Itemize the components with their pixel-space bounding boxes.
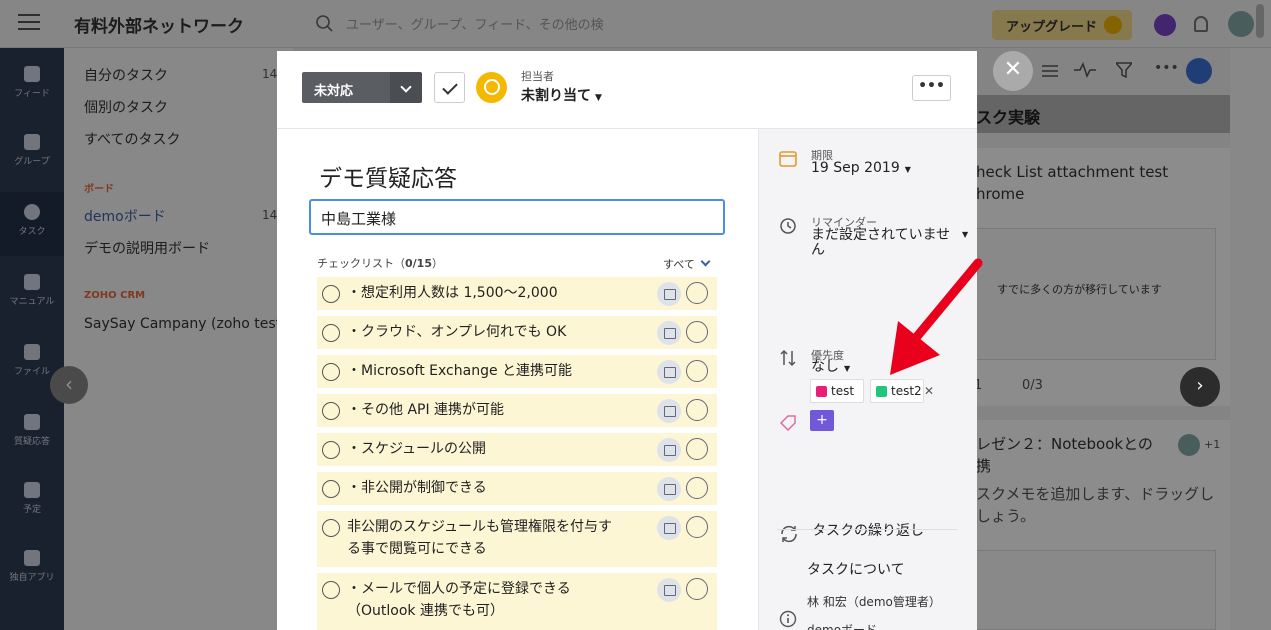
- checklist-item-text[interactable]: ・想定利用人数は 1,500〜2,000: [347, 282, 647, 304]
- assignee-label: 担当者: [521, 70, 554, 83]
- due-date-dropdown[interactable]: 19 Sep 2019 ▼: [811, 161, 911, 177]
- calendar-icon[interactable]: [657, 477, 681, 501]
- assignee-dropdown[interactable]: 未割り当て ▼: [521, 85, 602, 105]
- checklist-item[interactable]: ・非公開が制御できる: [317, 472, 717, 505]
- chevron-down-icon[interactable]: ▼: [962, 230, 968, 239]
- add-tag-button[interactable]: +: [810, 410, 834, 431]
- close-icon[interactable]: ✕: [993, 51, 1033, 91]
- about-task-heading: タスクについて: [807, 562, 905, 578]
- status-button[interactable]: 未対応: [302, 72, 390, 103]
- assign-user-icon[interactable]: [686, 321, 708, 343]
- checklist-heading-label: チェックリスト（: [317, 257, 405, 270]
- checklist-radio[interactable]: [322, 324, 340, 342]
- checklist-filter-dropdown[interactable]: すべて: [663, 256, 709, 272]
- calendar-icon[interactable]: [657, 321, 681, 345]
- checklist-radio[interactable]: [322, 441, 340, 459]
- alarm-clock-icon: [780, 218, 796, 234]
- tag-name: test2: [891, 384, 922, 398]
- task-title[interactable]: デモ質疑応答: [319, 159, 457, 193]
- repeat-task-button[interactable]: タスクの繰り返し: [812, 524, 924, 539]
- due-date-value: 19 Sep 2019: [811, 160, 900, 176]
- annotation-arrow-icon: [890, 258, 983, 375]
- divider: [777, 529, 957, 530]
- chevron-down-icon: ▼: [595, 93, 602, 103]
- checklist-radio[interactable]: [322, 480, 340, 498]
- checklist-item[interactable]: 非公開のスケジュールも管理権限を付与する事で閲覧可にできる: [317, 511, 717, 567]
- checklist-item[interactable]: ・その他 API 連携が可能: [317, 394, 717, 427]
- checklist-heading: チェックリスト（0/15）: [317, 255, 443, 271]
- assignee-value: 未割り当て: [521, 88, 591, 104]
- checklist-item[interactable]: ・クラウド、オンプレ何れでも OK: [317, 316, 717, 349]
- chevron-down-icon: ▼: [844, 364, 851, 373]
- assign-user-icon[interactable]: [686, 477, 708, 499]
- checklist-progress: 0/15: [405, 257, 432, 270]
- calendar-icon: [779, 151, 797, 167]
- checklist-item-text[interactable]: ・スケジュールの公開: [347, 438, 647, 460]
- chevron-down-icon: ▼: [904, 165, 911, 174]
- assign-user-icon[interactable]: [686, 578, 708, 600]
- checklist-radio[interactable]: [322, 402, 340, 420]
- next-arrow-icon[interactable]: ›: [1180, 367, 1220, 407]
- calendar-icon[interactable]: [657, 578, 681, 602]
- complete-checkmark-button[interactable]: [434, 72, 465, 103]
- checklist-item[interactable]: ・Microsoft Exchange と連携可能: [317, 355, 717, 388]
- assignee-icon[interactable]: [476, 72, 507, 103]
- task-creator[interactable]: 林 和宏（demo管理者）: [807, 593, 941, 610]
- checklist-item-text[interactable]: 非公開のスケジュールも管理権限を付与する事で閲覧可にできる: [347, 516, 623, 560]
- tag-name: test: [831, 384, 855, 398]
- repeat-icon: [781, 525, 797, 543]
- calendar-icon[interactable]: [657, 360, 681, 384]
- task-subtitle-input[interactable]: 中島工業様: [309, 199, 725, 235]
- assign-user-icon[interactable]: [686, 282, 708, 304]
- assign-user-icon[interactable]: [686, 360, 708, 382]
- checklist-item-text[interactable]: ・その他 API 連携が可能: [347, 399, 647, 421]
- checklist-item-text[interactable]: ・非公開が制御できる: [347, 477, 647, 499]
- checklist-item[interactable]: ・スケジュールの公開: [317, 433, 717, 466]
- remove-tag-icon[interactable]: ✕: [924, 384, 934, 398]
- tag-icon: [779, 415, 796, 432]
- checklist-radio[interactable]: [322, 581, 340, 599]
- status-dropdown-chevron-icon[interactable]: [390, 72, 422, 103]
- checklist-item-text[interactable]: ・クラウド、オンプレ何れでも OK: [347, 321, 647, 343]
- checklist-radio[interactable]: [322, 285, 340, 303]
- task-board[interactable]: demoボード: [807, 621, 877, 630]
- checklist-item-text[interactable]: ・Microsoft Exchange と連携可能: [347, 360, 647, 382]
- checklist-item[interactable]: ・想定利用人数は 1,500〜2,000: [317, 277, 717, 310]
- assign-user-icon[interactable]: [686, 399, 708, 421]
- more-options-button[interactable]: •••: [912, 75, 951, 101]
- info-icon: [779, 610, 797, 628]
- reminder-value[interactable]: まだ設定されていません: [811, 228, 951, 258]
- priority-dropdown[interactable]: なし ▼: [811, 360, 850, 376]
- checklist-heading-end: ）: [431, 257, 443, 270]
- calendar-icon[interactable]: [657, 282, 681, 306]
- checklist-radio[interactable]: [322, 363, 340, 381]
- tag-chip[interactable]: test: [810, 379, 864, 403]
- calendar-icon[interactable]: [657, 399, 681, 423]
- modal-header: 未対応 担当者 未割り当て ▼ •••: [277, 51, 977, 129]
- calendar-icon[interactable]: [657, 516, 681, 540]
- page: 有料外部ネットワーク ユーザー、グループ、フィード、その他の検 アップグレード …: [0, 0, 1271, 630]
- checklist-radio[interactable]: [322, 519, 340, 537]
- sort-arrows-icon: [780, 349, 796, 367]
- tag-color-dot: [816, 386, 827, 397]
- assign-user-icon[interactable]: [686, 516, 708, 538]
- checklist-filter-label: すべて: [663, 258, 695, 271]
- priority-value: なし: [811, 359, 839, 375]
- calendar-icon[interactable]: [657, 438, 681, 462]
- tag-color-dot: [876, 386, 887, 397]
- assign-user-icon[interactable]: [686, 438, 708, 460]
- checklist-item[interactable]: ・メールで個人の予定に登録できる（Outlook 連携でも可）: [317, 573, 717, 630]
- checklist-item-text[interactable]: ・メールで個人の予定に登録できる（Outlook 連携でも可）: [347, 578, 611, 622]
